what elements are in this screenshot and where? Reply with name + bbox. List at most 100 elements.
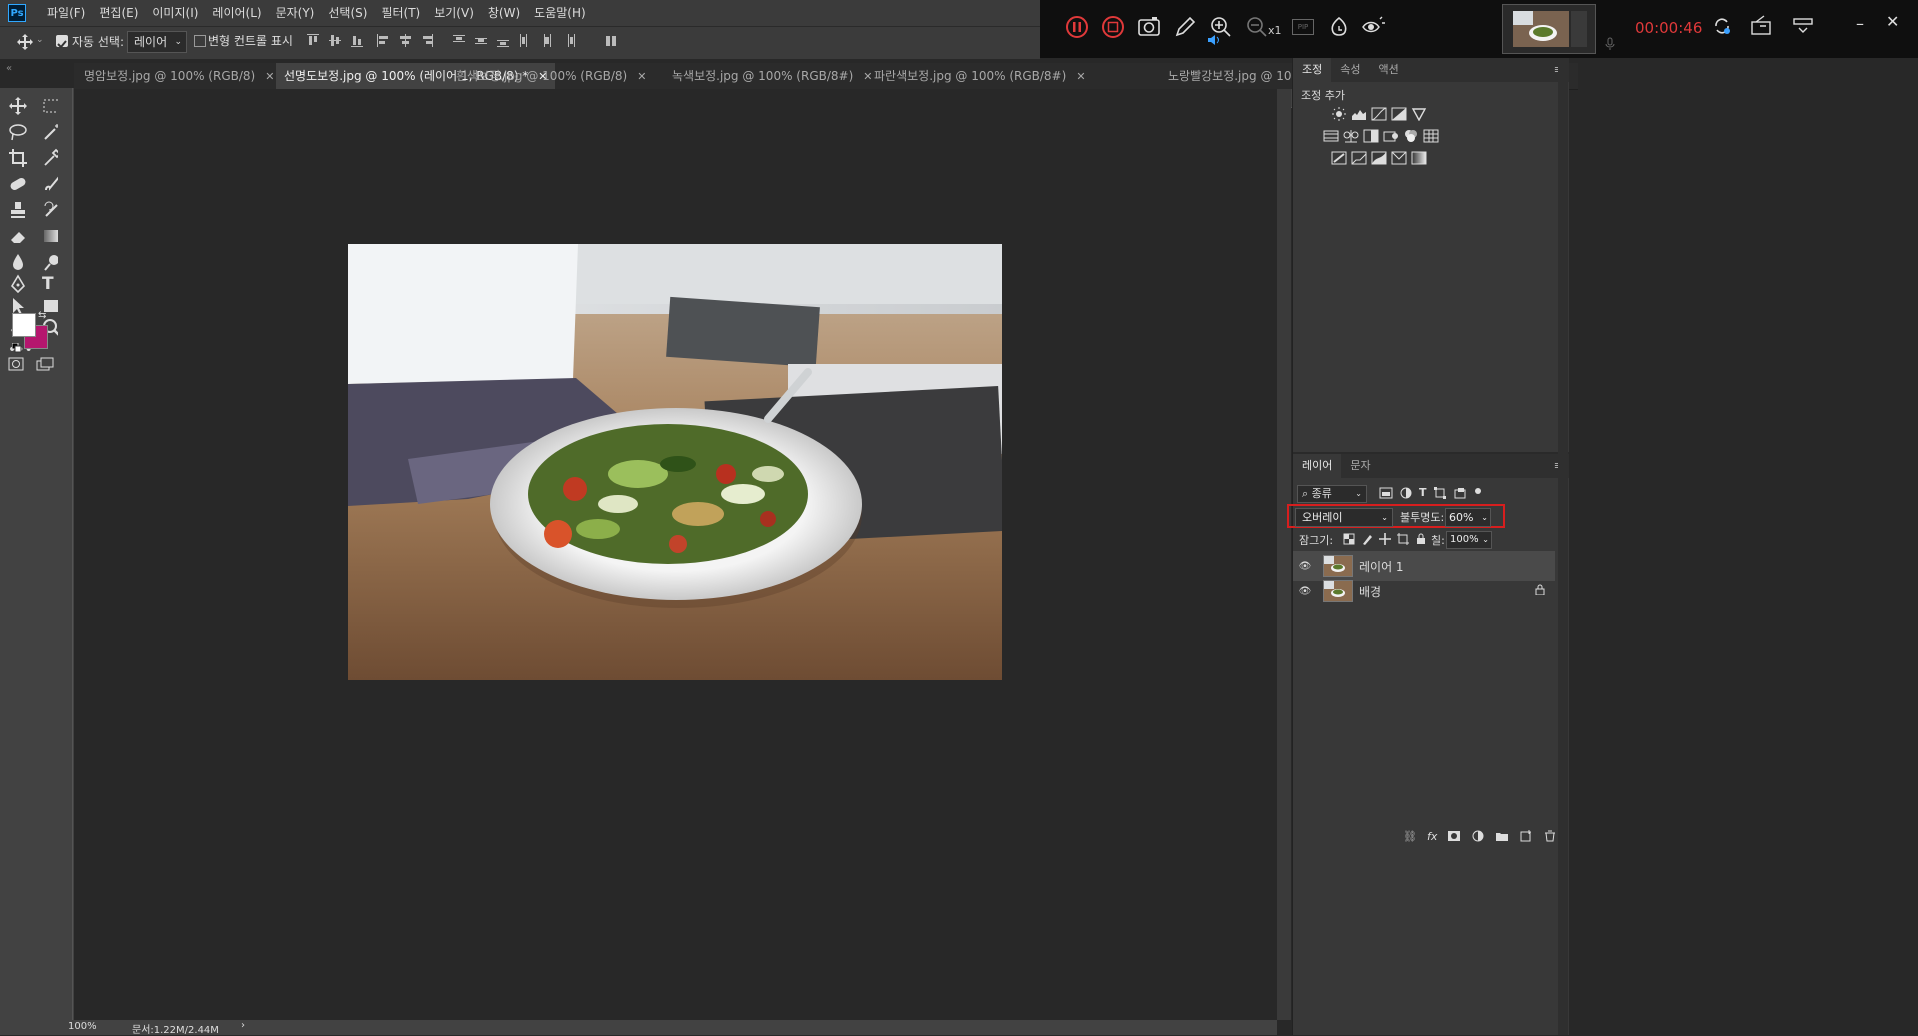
align-hcenter-icon[interactable] <box>398 33 412 49</box>
brightness-icon[interactable] <box>1331 107 1347 121</box>
tool-preset-chevron-icon[interactable]: ⌄ <box>36 35 44 45</box>
lock-transparent-icon[interactable] <box>1343 533 1355 545</box>
draw-pencil-icon[interactable] <box>1170 12 1200 42</box>
screen-mode-icon[interactable] <box>36 356 54 375</box>
move-tool-icon[interactable] <box>8 96 28 120</box>
eraser-tool-icon[interactable] <box>8 226 28 250</box>
menu-image[interactable]: 이미지(I) <box>145 0 205 26</box>
tab-adjustments[interactable]: 조정 <box>1293 58 1332 82</box>
blend-mode-dropdown[interactable]: 오버레이 ⌄ <box>1295 508 1393 527</box>
tab-blue[interactable]: 파란색보정.jpg @ 100% (RGB/8#) ✕ <box>866 63 1094 89</box>
close-icon[interactable]: ✕ <box>1886 12 1899 31</box>
foreground-color-swatch[interactable] <box>12 313 36 337</box>
new-layer-icon[interactable] <box>1519 830 1533 842</box>
panel-collapse-icon[interactable]: « <box>6 63 12 74</box>
pause-record-icon[interactable] <box>1062 12 1092 42</box>
healing-brush-tool-icon[interactable] <box>8 174 28 198</box>
panel-scrollbar[interactable] <box>1558 58 1568 1035</box>
invert-icon[interactable] <box>1331 151 1347 165</box>
tab-layers[interactable]: 레이어 <box>1293 454 1342 478</box>
distribute-right-icon[interactable] <box>562 33 576 49</box>
curves-icon[interactable] <box>1371 107 1387 121</box>
filter-smart-object-icon[interactable] <box>1453 487 1467 499</box>
fill-input[interactable]: 100% ⌄ <box>1446 531 1492 549</box>
align-vcenter-icon[interactable] <box>328 33 342 49</box>
vibrance-icon[interactable] <box>1411 107 1427 121</box>
selective-color-icon[interactable] <box>1391 151 1407 165</box>
layer-row-background[interactable]: 👁 배경 <box>1293 576 1555 606</box>
filter-toggle-icon[interactable] <box>1473 487 1483 499</box>
hue-saturation-icon[interactable] <box>1323 129 1339 143</box>
align-right-icon[interactable] <box>420 33 434 49</box>
posterize-icon[interactable] <box>1351 151 1367 165</box>
layer-filter-dropdown[interactable]: ⌕ 종류 ⌄ <box>1297 485 1367 503</box>
stop-record-icon[interactable] <box>1098 12 1128 42</box>
visibility-eye-icon[interactable]: 👁 <box>1293 586 1317 597</box>
threshold-icon[interactable] <box>1371 151 1387 165</box>
distribute-bottom-icon[interactable] <box>496 33 510 49</box>
tab-actions[interactable]: 액션 <box>1370 58 1408 82</box>
cursor-effect-icon[interactable] <box>1358 12 1388 42</box>
settings-menu-icon[interactable] <box>1792 16 1814 38</box>
delete-layer-icon[interactable] <box>1543 830 1557 842</box>
pip-button[interactable]: PIP <box>1288 12 1318 42</box>
menu-window[interactable]: 창(W) <box>481 0 527 26</box>
add-mask-icon[interactable] <box>1447 830 1461 842</box>
tab-character[interactable]: 문자 <box>1341 454 1379 478</box>
opacity-input[interactable]: 60% ⌄ <box>1445 508 1491 527</box>
lasso-tool-icon[interactable] <box>8 122 28 146</box>
swap-colors-icon[interactable]: ⇆ <box>38 310 46 321</box>
screenshot-camera-icon[interactable] <box>1134 12 1164 42</box>
black-white-icon[interactable] <box>1363 129 1379 143</box>
filter-adjustment-icon[interactable] <box>1399 487 1413 499</box>
tab-contrast[interactable]: 명암보정.jpg @ 100% (RGB/8) ✕ <box>76 63 282 89</box>
levels-icon[interactable] <box>1351 107 1367 121</box>
exposure-icon[interactable] <box>1391 107 1407 121</box>
distribute-hcenter-icon[interactable] <box>540 33 554 49</box>
menu-file[interactable]: 파일(F) <box>40 0 92 26</box>
move-tool-icon[interactable] <box>16 33 34 55</box>
color-balance-icon[interactable] <box>1343 129 1359 143</box>
close-icon[interactable]: ✕ <box>265 70 274 83</box>
status-menu-chevron-icon[interactable]: › <box>241 1020 245 1031</box>
menu-select[interactable]: 선택(S) <box>321 0 374 26</box>
auto-align-icon[interactable] <box>604 33 618 53</box>
transform-controls-checkbox[interactable] <box>194 35 206 47</box>
align-top-icon[interactable] <box>306 33 320 49</box>
menu-edit[interactable]: 편집(E) <box>92 0 145 26</box>
type-tool-icon[interactable]: T <box>42 274 54 294</box>
blur-tool-icon[interactable] <box>8 252 28 276</box>
link-layers-icon[interactable]: ⛓ <box>1403 830 1417 843</box>
channel-mixer-icon[interactable] <box>1403 129 1419 143</box>
visibility-eye-icon[interactable]: 👁 <box>1293 561 1317 572</box>
clone-stamp-tool-icon[interactable] <box>8 200 28 224</box>
menu-layer[interactable]: 레이어(L) <box>205 0 268 26</box>
quick-mask-icon[interactable] <box>8 356 24 375</box>
close-icon[interactable]: ✕ <box>637 70 646 83</box>
menu-view[interactable]: 보기(V) <box>427 0 481 26</box>
new-group-icon[interactable] <box>1495 830 1509 842</box>
speaker-icon-2[interactable] <box>1206 32 1222 51</box>
vertical-scrollbar[interactable] <box>1277 89 1291 1020</box>
minimize-icon[interactable]: – <box>1856 14 1864 33</box>
tab-white[interactable]: 흰색보정.jpg @ 100% (RGB/8) ✕ <box>448 63 654 89</box>
distribute-top-icon[interactable] <box>452 33 466 49</box>
mic-icon[interactable] <box>1603 36 1617 55</box>
timer-clock-icon[interactable] <box>1324 12 1354 42</box>
new-adjustment-layer-icon[interactable] <box>1471 830 1485 842</box>
align-left-icon[interactable] <box>376 33 390 49</box>
photo-filter-icon[interactable] <box>1383 129 1399 143</box>
zoom-level[interactable]: 100% <box>68 1021 97 1032</box>
sync-icon[interactable] <box>1712 16 1732 40</box>
align-bottom-icon[interactable] <box>350 33 364 49</box>
lock-all-icon[interactable] <box>1415 533 1427 545</box>
default-colors-icon[interactable] <box>11 338 22 357</box>
lock-artboard-icon[interactable] <box>1397 533 1409 545</box>
document-image[interactable] <box>348 244 1002 680</box>
gradient-map-icon[interactable] <box>1411 151 1427 165</box>
menu-help[interactable]: 도움말(H) <box>527 0 593 26</box>
filter-type-icon[interactable]: T <box>1419 486 1427 499</box>
crop-tool-icon[interactable] <box>8 148 28 172</box>
auto-select-checkbox[interactable] <box>56 35 68 49</box>
auto-select-dropdown[interactable]: 레이어 ⌄ <box>127 31 187 53</box>
